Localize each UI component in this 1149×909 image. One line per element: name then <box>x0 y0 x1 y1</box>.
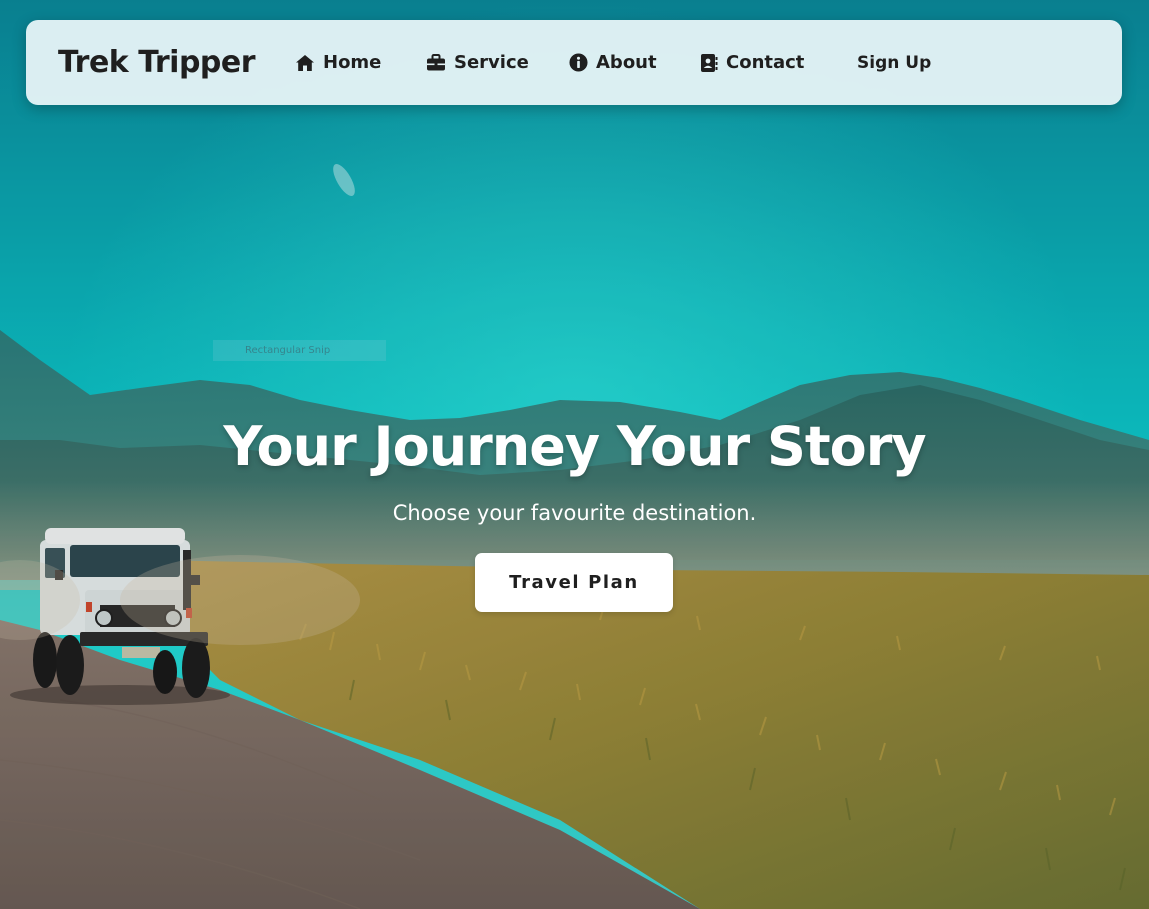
nav-home-label: Home <box>323 52 382 73</box>
address-book-icon <box>700 53 718 73</box>
nav-home-link[interactable]: Home <box>295 20 381 105</box>
top-navbar: Trek Tripper Home Service About Contact … <box>26 20 1122 105</box>
sign-up-link[interactable]: Sign Up <box>857 20 931 105</box>
nav-contact-label: Contact <box>726 52 805 73</box>
info-icon <box>569 53 588 72</box>
briefcase-icon <box>426 53 446 72</box>
travel-plan-button[interactable]: Travel Plan <box>475 553 673 612</box>
nav-contact-link[interactable]: Contact <box>700 20 804 105</box>
page: Trek Tripper Home Service About Contact … <box>0 0 1149 909</box>
home-icon <box>295 54 315 72</box>
rectangular-snip-overlay: Rectangular Snip <box>213 340 386 361</box>
brand-logo[interactable]: Trek Tripper <box>58 20 256 105</box>
hero-subtitle: Choose your favourite destination. <box>392 501 757 525</box>
hero-title: Your Journey Your Story <box>223 415 926 478</box>
nav-about-label: About <box>596 52 657 73</box>
nav-about-link[interactable]: About <box>569 20 657 105</box>
sign-up-label: Sign Up <box>857 52 932 73</box>
nav-service-label: Service <box>454 52 529 73</box>
nav-service-link[interactable]: Service <box>426 20 529 105</box>
